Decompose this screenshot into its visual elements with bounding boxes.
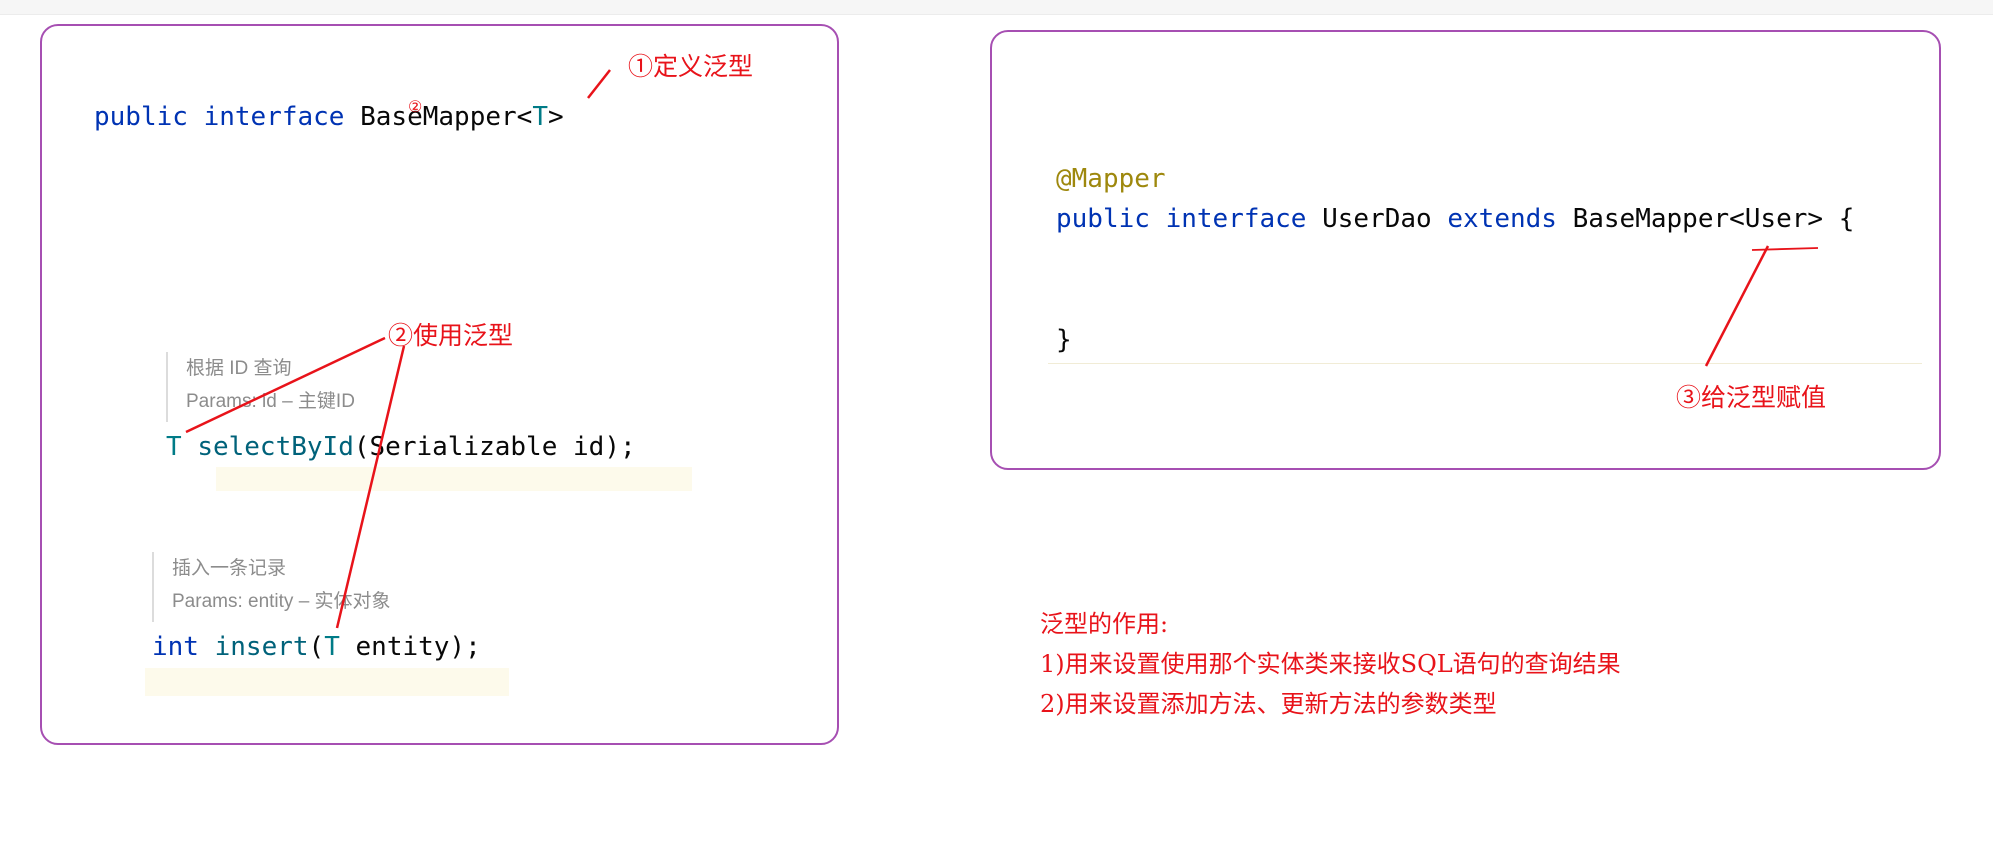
assign-underline bbox=[1751, 247, 1819, 251]
assign-pointer-line bbox=[1704, 245, 1770, 367]
use-pointer-line-insert bbox=[335, 345, 406, 629]
use-pointer-line-select bbox=[185, 336, 386, 434]
red-annotation-lines: ② bbox=[185, 69, 1819, 629]
define-pointer-line bbox=[587, 69, 611, 99]
small-mark-glyph: ② bbox=[408, 97, 422, 116]
